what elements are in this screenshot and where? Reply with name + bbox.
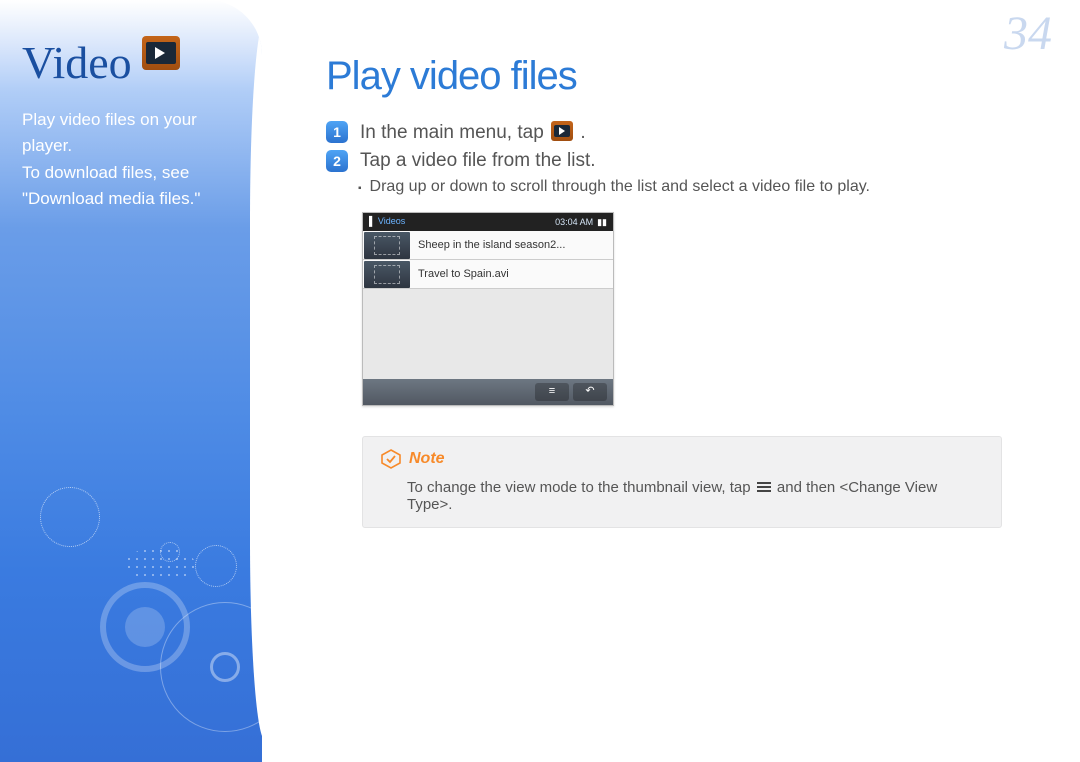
step-2-sub-bullet: Drag up or down to scroll through the li… [372, 178, 1040, 196]
step-2-text: Tap a video file from the list. [360, 150, 1040, 172]
sidebar-desc-line1: Play video files on your player. [22, 107, 240, 160]
step-1: 1 In the main menu, tap . [326, 121, 1040, 144]
sidebar: Video Play video files on your player. T… [0, 0, 262, 762]
video-app-icon [142, 36, 180, 70]
device-empty-area [363, 289, 613, 379]
device-screenshot: ▌ Videos 03:04 AM ▮▮ Sheep in the island… [362, 212, 614, 406]
page-title: Play video files [326, 54, 1040, 99]
note-text-before: To change the view mode to the thumbnail… [407, 479, 755, 496]
page-number: 34 [1004, 6, 1052, 61]
sidebar-description: Play video files on your player. To down… [22, 107, 240, 212]
device-menu-button[interactable]: ≡ [535, 383, 569, 401]
sidebar-title: Video [22, 36, 132, 89]
note-label: Note [409, 450, 445, 468]
device-time: 03:04 AM [555, 217, 593, 227]
hamburger-menu-icon [757, 480, 771, 494]
sidebar-title-row: Video [22, 36, 240, 89]
decorative-circle [125, 607, 165, 647]
battery-icon: ▮▮ [597, 217, 607, 228]
step-2: 2 Tap a video file from the list. [326, 150, 1040, 172]
sidebar-desc-line2: To download files, see "Download media f… [22, 160, 240, 213]
device-status-bar: ▌ Videos 03:04 AM ▮▮ [363, 213, 613, 231]
video-thumbnail-icon [364, 261, 410, 288]
decorative-dots [125, 547, 195, 582]
note-box: Note To change the view mode to the thum… [362, 436, 1002, 528]
step-1-text-before: In the main menu, tap [360, 122, 549, 143]
device-back-button[interactable]: ↶ [573, 383, 607, 401]
step-1-text-after: . [580, 122, 585, 143]
step-number-badge: 1 [326, 121, 348, 143]
decorative-circle [210, 652, 240, 682]
main-content: 34 Play video files 1 In the main menu, … [262, 0, 1080, 762]
video-list-item[interactable]: Travel to Spain.avi [363, 260, 613, 289]
decorative-circle [195, 545, 237, 587]
decorative-circle [40, 487, 100, 547]
video-filename: Travel to Spain.avi [418, 268, 509, 280]
video-list-item[interactable]: Sheep in the island season2... [363, 231, 613, 260]
video-app-icon [551, 121, 573, 141]
video-filename: Sheep in the island season2... [418, 239, 565, 251]
device-screen-title: Videos [378, 216, 405, 226]
step-number-badge: 2 [326, 150, 348, 172]
video-thumbnail-icon [364, 232, 410, 259]
note-icon [381, 449, 401, 469]
